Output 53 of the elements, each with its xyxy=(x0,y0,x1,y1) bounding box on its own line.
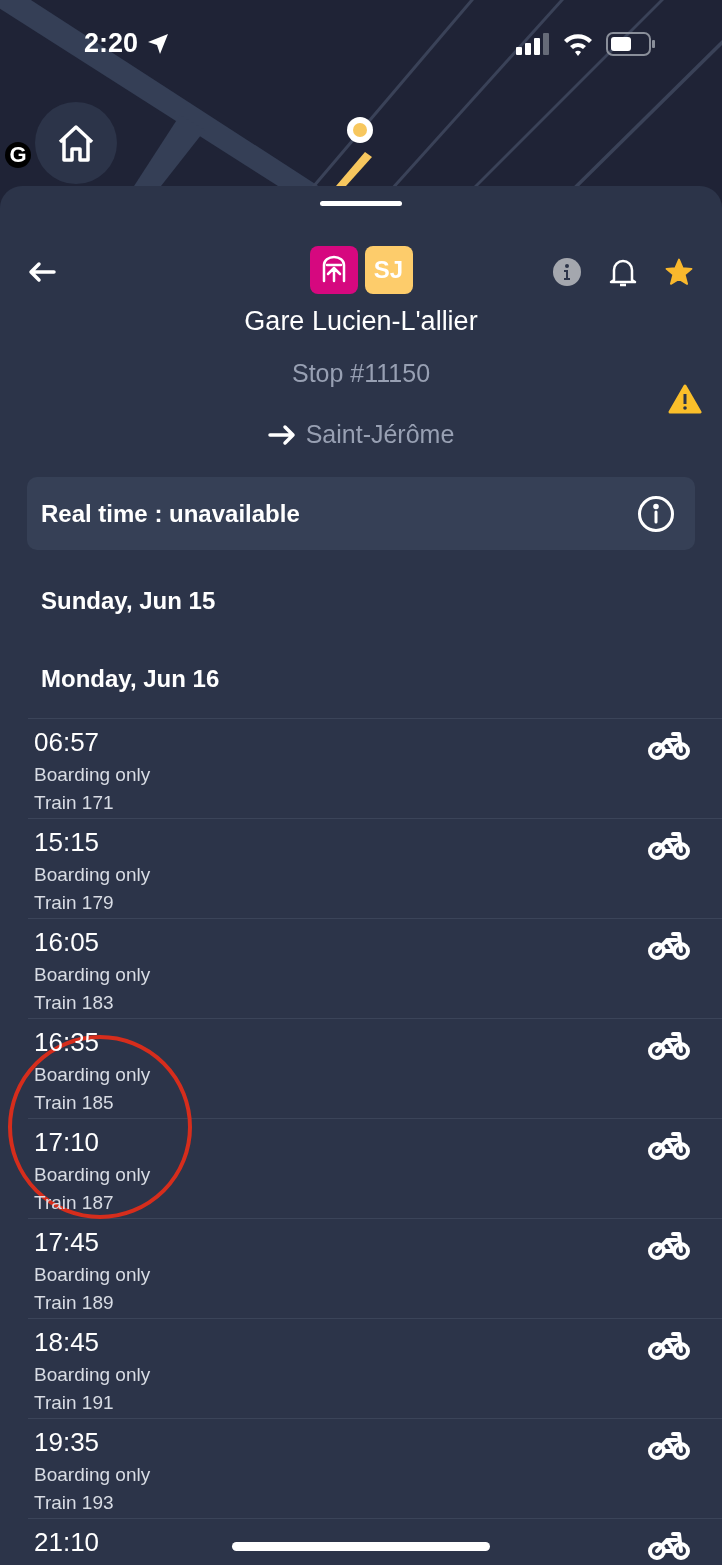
favorite-button[interactable] xyxy=(664,257,694,287)
line-badge: SJ xyxy=(364,246,413,294)
bike-icon xyxy=(648,731,690,761)
realtime-text: Real time : unavailable xyxy=(41,499,300,528)
departure-detail: Train 185 xyxy=(34,1092,115,1114)
wifi-icon xyxy=(562,31,594,56)
departure-time: 17:10 xyxy=(34,1127,101,1158)
direction-text: Saint-Jérôme xyxy=(305,420,455,449)
departure-detail: Boarding only xyxy=(34,1064,151,1086)
stop-number: Stop #11150 xyxy=(290,359,432,388)
departure-detail: Boarding only xyxy=(34,1364,151,1386)
sheet-handle[interactable] xyxy=(320,201,402,206)
departure-detail: Boarding only xyxy=(34,1164,151,1186)
departure-time: 21:10 xyxy=(34,1527,100,1558)
departure-detail: Boarding only xyxy=(34,764,151,786)
stop-marker-icon[interactable] xyxy=(347,117,373,143)
departure-detail: Train 191 xyxy=(34,1392,115,1414)
departure-time: 15:15 xyxy=(34,827,101,858)
departure-detail: Train 183 xyxy=(34,992,115,1014)
bike-icon xyxy=(648,1131,690,1161)
departure-detail: Train 193 xyxy=(34,1492,115,1514)
warning-icon[interactable] xyxy=(668,384,702,414)
info-icon[interactable] xyxy=(637,494,675,533)
bike-icon xyxy=(648,1231,690,1261)
info-button[interactable] xyxy=(552,257,582,287)
departure-time: 06:57 xyxy=(34,727,101,758)
back-button[interactable] xyxy=(28,261,56,283)
bike-icon xyxy=(648,1431,690,1461)
day-header[interactable]: Sunday, Jun 15 xyxy=(0,562,722,640)
bike-icon xyxy=(648,931,690,961)
signal-icon xyxy=(516,32,550,55)
departure-time: 19:35 xyxy=(34,1427,101,1458)
battery-icon xyxy=(606,31,656,56)
bike-icon xyxy=(648,1531,690,1561)
day-header[interactable]: Monday, Jun 16 xyxy=(0,640,722,718)
status-time: 2:20 xyxy=(84,28,139,59)
arrow-icon xyxy=(267,423,296,446)
departure-detail: Boarding only xyxy=(34,864,151,886)
departure-detail: Boarding only xyxy=(34,1464,151,1486)
bike-icon xyxy=(648,1331,690,1361)
departure-time: 18:45 xyxy=(34,1327,101,1358)
departure-detail: Boarding only xyxy=(34,1264,151,1286)
stop-title: Gare Lucien-L'allier xyxy=(243,306,479,337)
departure-detail: Boarding only xyxy=(34,964,151,986)
departure-time: 16:05 xyxy=(34,927,101,958)
bike-icon xyxy=(648,831,690,861)
departure-time: 17:45 xyxy=(34,1227,101,1258)
departure-detail: Train 189 xyxy=(34,1292,115,1314)
bike-icon xyxy=(648,1031,690,1061)
departure-detail: Train 171 xyxy=(34,792,115,814)
home-icon xyxy=(56,124,96,162)
departure-detail: Train 179 xyxy=(34,892,115,914)
location-arrow-icon xyxy=(146,31,171,56)
